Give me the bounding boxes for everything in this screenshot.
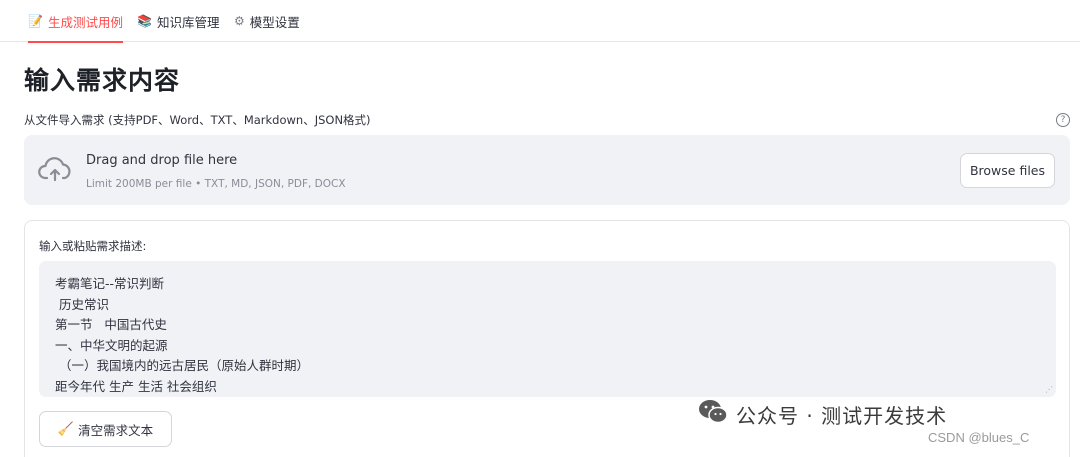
broom-icon: 🧹: [57, 421, 75, 436]
textarea-line: 一、中华文明的起源: [55, 337, 168, 353]
uploader-label: 从文件导入需求 (支持PDF、Word、TXT、Markdown、JSON格式): [24, 113, 371, 127]
tab-label: 生成测试用例: [47, 14, 123, 30]
wechat-icon: [698, 399, 728, 429]
tab-bar: 📝 生成测试用例 📚 知识库管理 ⚙ 模型设置: [0, 0, 1080, 43]
page-title: 输入需求内容: [24, 66, 181, 95]
dropzone-title: Drag and drop file here: [86, 153, 238, 168]
dropzone-subtitle: Limit 200MB per file • TXT, MD, JSON, PD…: [86, 178, 346, 190]
help-icon[interactable]: ?: [1056, 113, 1070, 127]
browse-files-button[interactable]: Browse files: [960, 153, 1055, 188]
file-dropzone[interactable]: Drag and drop file here Limit 200MB per …: [24, 135, 1070, 205]
textarea-line: （一）我国境内的远古居民（原始人群时期）: [55, 358, 309, 373]
clear-button-label: 清空需求文本: [78, 423, 154, 438]
tab-generate-test-cases[interactable]: 📝 生成测试用例: [28, 0, 123, 43]
books-icon: 📚: [137, 14, 152, 28]
textarea-line: 距今年代 生产 生活 社会组织: [55, 378, 217, 394]
clear-requirements-button[interactable]: 🧹 清空需求文本: [39, 411, 172, 447]
textarea-line: 考霸笔记--常识判断: [55, 276, 165, 291]
tab-label: 模型设置: [249, 14, 300, 30]
tab-label: 知识库管理: [156, 14, 220, 30]
cloud-upload-icon: [38, 157, 72, 187]
requirements-textarea[interactable]: 考霸笔记--常识判断 历史常识 第一节 中国古代史 一、中华文明的起源 （一）我…: [39, 261, 1056, 397]
memo-icon: 📝: [28, 14, 43, 28]
textarea-line: 历史常识: [55, 296, 109, 312]
watermark: 公众号 · 测试开发技术: [698, 399, 947, 429]
gear-icon: ⚙: [234, 14, 245, 28]
textarea-line: 第一节 中国古代史: [55, 317, 167, 332]
requirements-label: 输入或粘贴需求描述:: [39, 239, 147, 253]
watermark-text: 公众号 · 测试开发技术: [736, 403, 948, 428]
tab-knowledge-base[interactable]: 📚 知识库管理: [137, 0, 219, 42]
watermark-subtext: CSDN @blues_C: [928, 430, 1030, 445]
tab-model-settings[interactable]: ⚙ 模型设置: [234, 0, 300, 42]
resize-handle-icon[interactable]: ⋰: [1045, 386, 1053, 394]
